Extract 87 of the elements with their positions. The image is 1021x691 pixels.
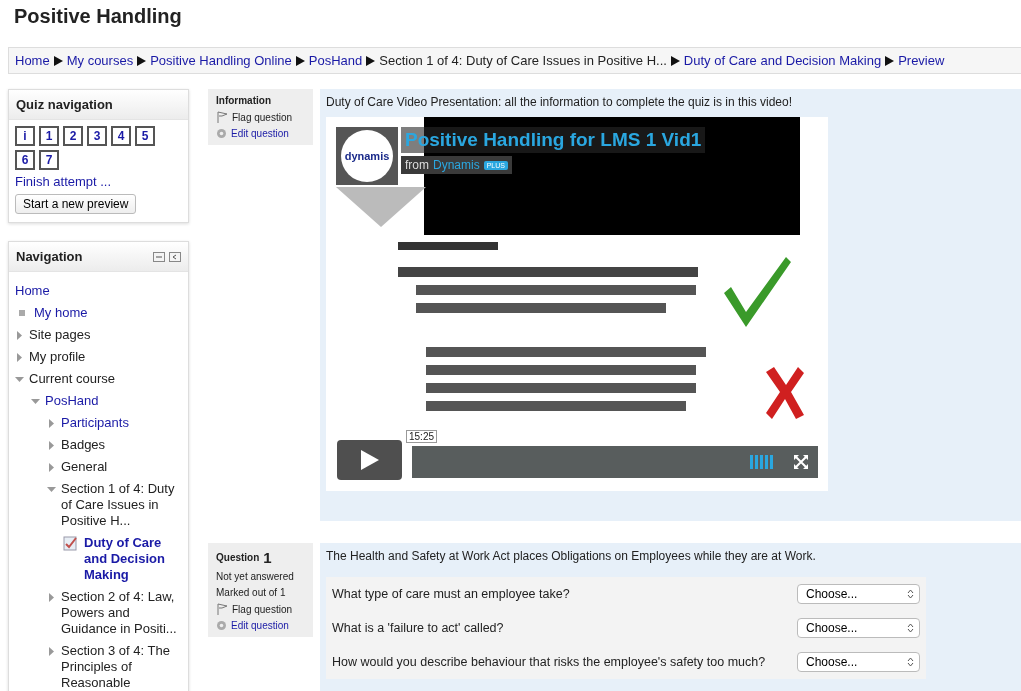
channel-logo[interactable]: dynamis — [336, 127, 398, 185]
separator-arrow-icon — [53, 56, 63, 66]
collapsed-arrow-icon[interactable] — [47, 593, 56, 602]
question-nav-button[interactable]: 2 — [63, 126, 83, 146]
question-number: 1 — [263, 549, 272, 566]
nav-item[interactable]: My profile — [29, 349, 86, 365]
separator-arrow-icon — [295, 56, 305, 66]
breadcrumb-link[interactable]: Home — [15, 53, 50, 68]
info-label: Information — [216, 95, 272, 106]
play-button[interactable] — [337, 440, 402, 480]
question-text: Duty of Care Video Presentation: all the information to complete the quiz is in this video! — [326, 95, 794, 109]
nav-item[interactable]: General — [61, 459, 108, 475]
nav-item[interactable]: Badges — [61, 437, 106, 453]
breadcrumb-text: Section 1 of 4: Duty of Care Issues in Positive H... — [379, 53, 667, 68]
volume-icon[interactable] — [750, 455, 774, 469]
updown-icon — [907, 623, 914, 633]
collapsed-arrow-icon[interactable] — [47, 647, 56, 656]
marks-text: Marked out of 1 — [216, 587, 287, 598]
collapsed-arrow-icon[interactable] — [47, 419, 56, 428]
updown-icon — [907, 589, 914, 599]
flag-question-link[interactable]: Flag question — [232, 603, 293, 615]
flag-question-link[interactable]: Flag question — [232, 111, 293, 123]
block-title: Navigation — [16, 249, 83, 264]
collapsed-arrow-icon[interactable] — [47, 441, 56, 450]
video-title[interactable]: Positive Handling for LMS 1 Vid1 — [401, 127, 706, 153]
settings-icon — [216, 128, 227, 139]
separator-arrow-icon — [670, 56, 680, 66]
collapsed-arrow-icon[interactable] — [15, 353, 24, 362]
minimize-icon[interactable] — [153, 251, 165, 262]
nav-item[interactable]: Duty of Care and Decision Making — [84, 535, 182, 583]
question-text: The Health and Safety at Work Act places Obligations on Employees while they are at Work. — [326, 549, 817, 563]
block-title: Quiz navigation — [16, 97, 113, 112]
question-nav-button[interactable]: 7 — [39, 150, 59, 170]
collapsed-arrow-icon[interactable] — [47, 463, 56, 472]
logo-text: dynamis — [344, 150, 390, 162]
page-title: Positive Handling — [13, 4, 183, 29]
nav-item[interactable]: Participants — [61, 415, 129, 431]
question-nav-button[interactable]: 5 — [135, 126, 155, 146]
breadcrumb-link[interactable]: Duty of Care and Decision Making — [683, 53, 882, 68]
channel-link[interactable]: Dynamis — [433, 158, 480, 172]
nav-item[interactable]: Section 3 of 4: The Principles of Reasonable — [61, 643, 182, 691]
status-text: Not yet answered — [216, 571, 295, 582]
expanded-arrow-icon[interactable] — [15, 375, 24, 384]
nav-item[interactable]: PosHand — [45, 393, 99, 409]
new-preview-button[interactable]: Start a new preview — [15, 194, 137, 214]
nav-item[interactable]: Home — [15, 283, 50, 299]
updown-icon — [907, 657, 914, 667]
nav-item[interactable]: Section 2 of 4: Law, Powers and Guidance in Positi... — [61, 589, 182, 637]
answer-dropdown[interactable]: Choose... — [797, 584, 920, 604]
edit-question-link[interactable]: Edit question — [231, 620, 289, 631]
finish-attempt-link[interactable]: Finish attempt ... — [15, 174, 112, 189]
nav-item[interactable]: Current course — [29, 371, 115, 387]
separator-arrow-icon — [885, 56, 895, 66]
from-text: from — [405, 158, 429, 172]
collapsed-arrow-icon[interactable] — [15, 331, 24, 340]
breadcrumb-link[interactable]: My courses — [66, 53, 134, 68]
quiz-icon — [63, 535, 79, 551]
play-icon — [360, 450, 379, 470]
edit-question-link[interactable]: Edit question — [231, 128, 289, 139]
bullet-icon — [19, 310, 25, 316]
breadcrumb-link[interactable]: Positive Handling Online — [150, 53, 292, 68]
answer-dropdown[interactable]: Choose... — [797, 618, 920, 638]
flag-icon — [216, 603, 228, 615]
nav-item[interactable]: My home — [34, 305, 88, 321]
expanded-arrow-icon[interactable] — [47, 485, 56, 494]
time-tooltip: 15:25 — [406, 430, 438, 443]
question-prompt: How would you describe behaviour that risks the employee's safety too much? — [332, 655, 766, 669]
question-label: Question — [216, 552, 260, 563]
fullscreen-icon[interactable] — [794, 455, 808, 469]
flag-icon — [216, 111, 228, 123]
dock-icon[interactable] — [169, 251, 181, 262]
question-prompt: What is a 'failure to act' called? — [332, 621, 504, 635]
question-nav-button[interactable]: i — [15, 126, 35, 146]
question-nav-button[interactable]: 6 — [15, 150, 35, 170]
answer-dropdown[interactable]: Choose... — [797, 652, 920, 672]
question-nav-button[interactable]: 4 — [111, 126, 131, 146]
breadcrumb-link[interactable]: Preview — [898, 53, 945, 68]
nav-item[interactable]: Site pages — [29, 327, 91, 343]
question-prompt: What type of care must an employee take? — [332, 587, 570, 601]
question-nav-button[interactable]: 3 — [87, 126, 107, 146]
settings-icon — [216, 620, 227, 631]
breadcrumb-link[interactable]: PosHand — [308, 53, 363, 68]
nav-item[interactable]: Section 1 of 4: Duty of Care Issues in Positive H... — [61, 481, 182, 529]
separator-arrow-icon — [366, 56, 376, 66]
question-nav-button[interactable]: 1 — [39, 126, 59, 146]
separator-arrow-icon — [137, 56, 147, 66]
expanded-arrow-icon[interactable] — [31, 397, 40, 406]
